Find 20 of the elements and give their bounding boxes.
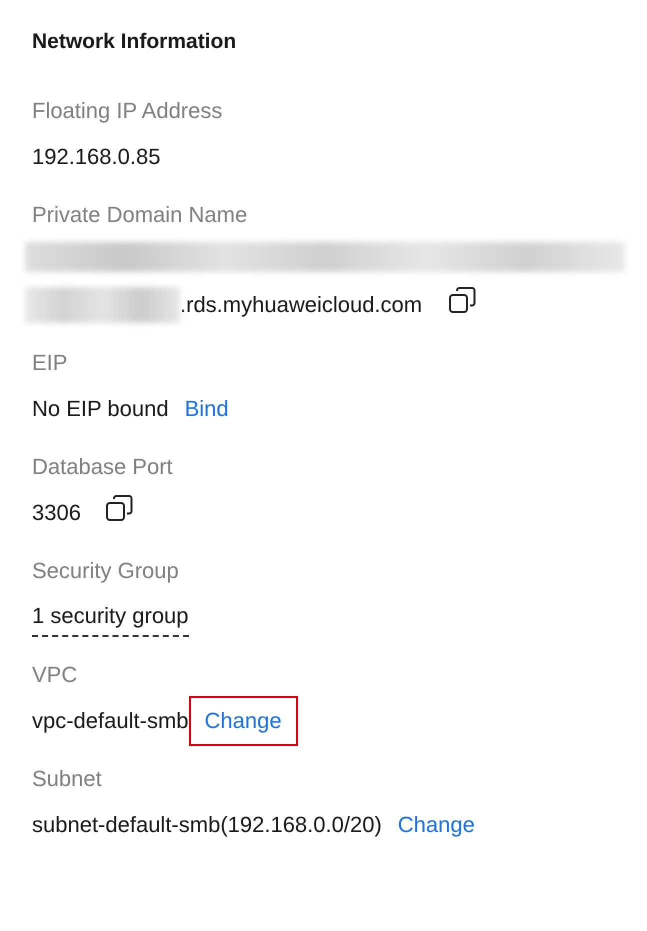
field-value: vpc-default-smb xyxy=(32,708,189,734)
action-link[interactable]: Bind xyxy=(184,396,229,422)
security-group-link[interactable]: 1 security group xyxy=(32,603,189,637)
field-value: 3306 xyxy=(32,500,81,526)
field-label: Security Group xyxy=(32,558,180,584)
field-label: Database Port xyxy=(32,454,174,480)
field-label: Subnet xyxy=(32,766,103,792)
copy-icon[interactable] xyxy=(104,495,133,523)
field-label: Private Domain Name xyxy=(32,202,248,228)
action-link[interactable]: Change xyxy=(398,812,475,838)
field-value: .rds.myhuaweicloud.com xyxy=(180,292,422,318)
field-value: No EIP bound xyxy=(32,396,169,422)
field-label: EIP xyxy=(32,350,68,376)
section-title: Network Information xyxy=(32,30,238,54)
field-value: 192.168.0.85 xyxy=(32,144,160,170)
action-link[interactable]: Change xyxy=(190,698,296,744)
field-value: subnet-default-smb(192.168.0.0/20) xyxy=(32,812,382,838)
copy-icon[interactable] xyxy=(448,287,476,315)
field-label: VPC xyxy=(32,662,78,688)
field-label: Floating IP Address xyxy=(32,98,224,124)
